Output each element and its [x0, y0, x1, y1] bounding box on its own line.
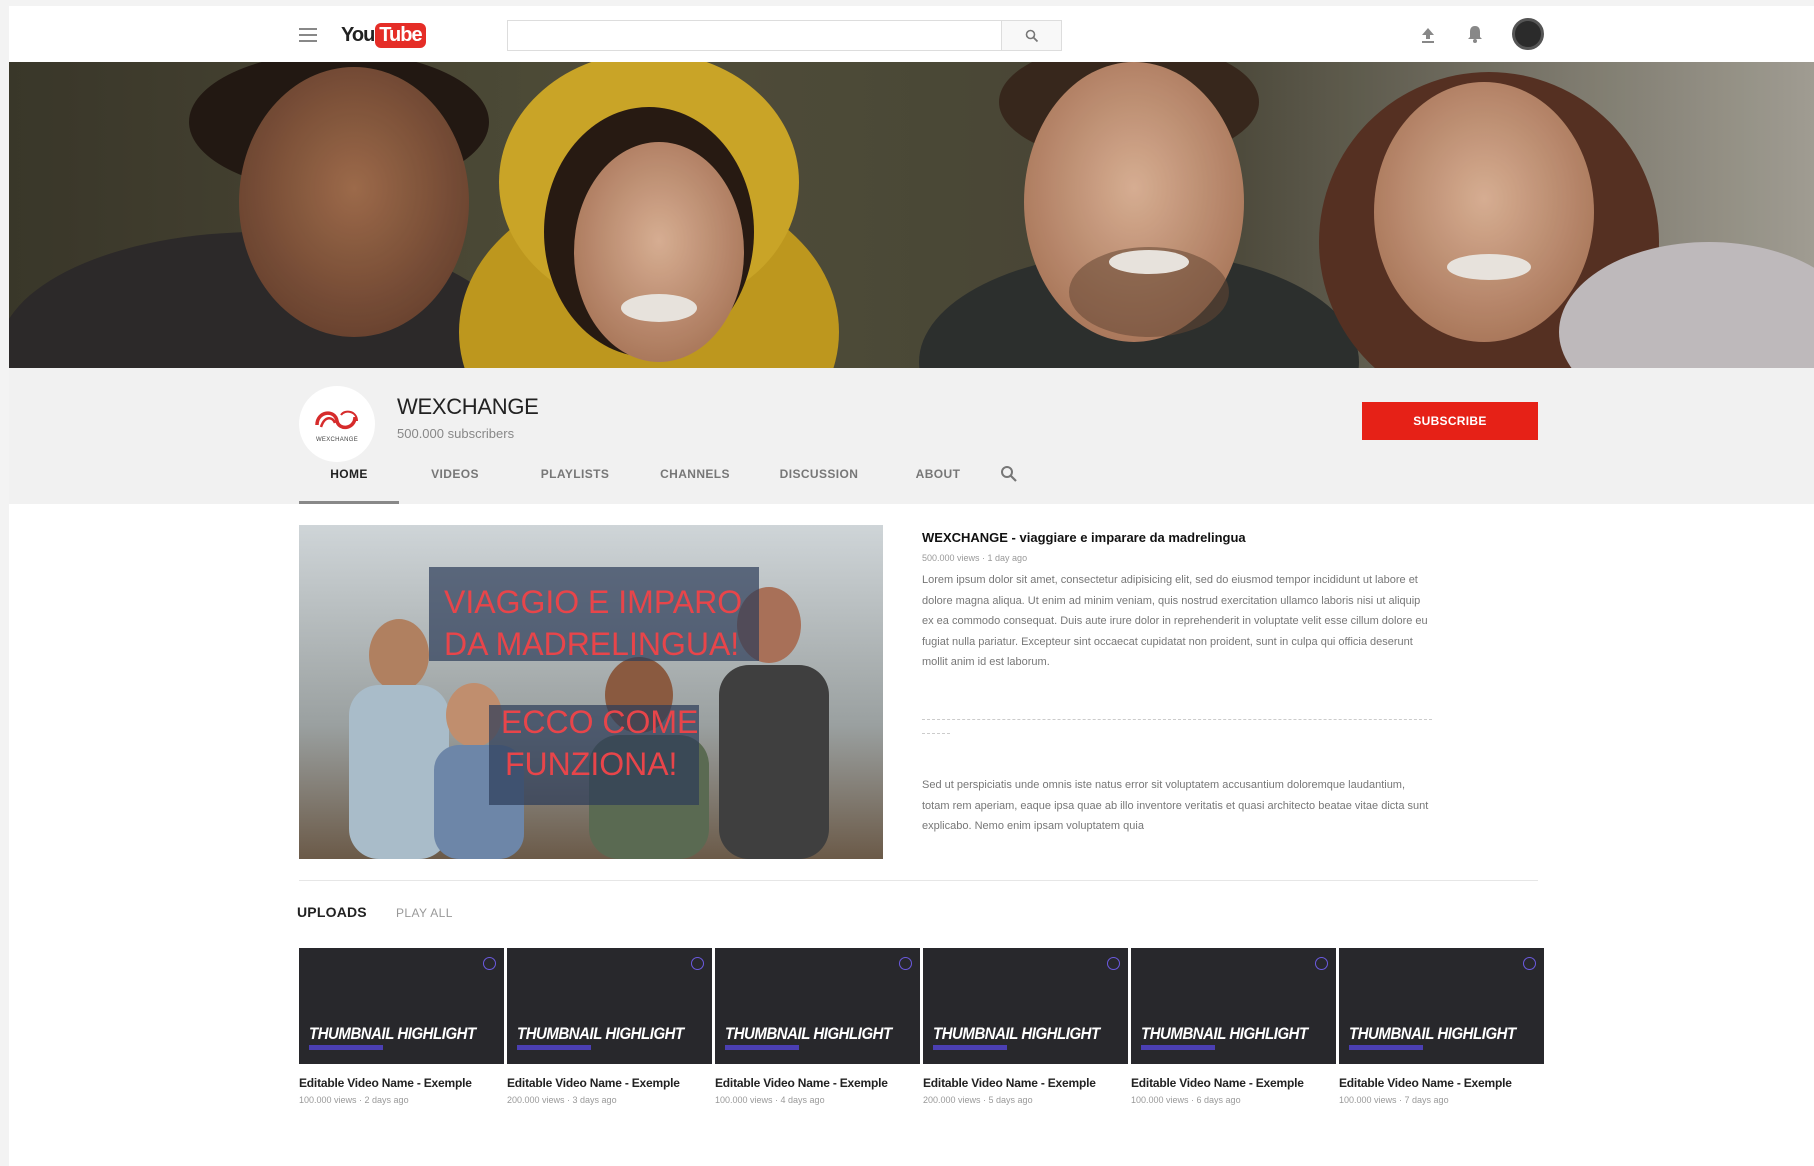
- top-bar: You Tube: [9, 6, 1814, 62]
- thumbnail-line-1: VIAGGIO E IMPARO: [444, 584, 742, 620]
- channel-tabs: HOME VIDEOS PLAYLISTS CHANNELS DISCUSSIO…: [299, 444, 1029, 504]
- featured-video-meta: 500.000 views · 1 day ago: [922, 553, 1028, 563]
- featured-video-description-2: Sed ut perspiciatis unde omnis iste natu…: [922, 779, 1429, 832]
- featured-thumbnail-image: VIAGGIO E IMPARO DA MADRELINGUA! ECCO CO…: [299, 525, 883, 859]
- bell-icon[interactable]: [1465, 24, 1485, 44]
- info-icon[interactable]: [483, 957, 496, 970]
- thumbnail-highlight: THUMBNAIL HIGHLIGHT: [309, 1024, 476, 1043]
- info-icon[interactable]: [691, 957, 704, 970]
- thumbnail-subbar: [309, 1045, 383, 1050]
- search-icon: [1001, 466, 1017, 482]
- logo-you-text: You: [341, 23, 375, 46]
- featured-video-description: Lorem ipsum dolor sit amet, consectetur …: [922, 574, 1428, 668]
- tab-playlists[interactable]: PLAYLISTS: [511, 444, 639, 504]
- info-icon[interactable]: [1315, 957, 1328, 970]
- thumbnail-line-2: DA MADRELINGUA!: [444, 626, 739, 662]
- thumbnail-highlight: THUMBNAIL HIGHLIGHT: [1141, 1024, 1308, 1043]
- video-meta: 100.000 views · 7 days ago: [1339, 1095, 1449, 1105]
- description-dash: [922, 733, 950, 734]
- search-box: [507, 20, 1062, 51]
- video-card[interactable]: THUMBNAIL HIGHLIGHT Editable Video Name …: [299, 948, 504, 1105]
- tab-about[interactable]: ABOUT: [887, 444, 989, 504]
- info-icon[interactable]: [1107, 957, 1120, 970]
- video-card[interactable]: THUMBNAIL HIGHLIGHT Editable Video Name …: [507, 948, 712, 1105]
- description-divider: [922, 719, 1432, 720]
- channel-search-button[interactable]: [989, 444, 1029, 504]
- wexchange-logo-icon: [315, 410, 358, 430]
- logo-tube-text: Tube: [375, 22, 426, 48]
- search-icon: [1025, 29, 1038, 42]
- video-title[interactable]: Editable Video Name - Exemple: [1339, 1076, 1544, 1090]
- video-thumbnail[interactable]: THUMBNAIL HIGHLIGHT: [299, 948, 504, 1064]
- info-icon[interactable]: [1523, 957, 1536, 970]
- tab-home[interactable]: HOME: [299, 444, 399, 504]
- tab-discussion[interactable]: DISCUSSION: [751, 444, 887, 504]
- banner-image: [9, 62, 1814, 368]
- subscribe-button[interactable]: SUBSCRIBE: [1362, 402, 1538, 440]
- channel-avatar-text: WEXCHANGE: [315, 437, 359, 443]
- video-meta: 200.000 views · 3 days ago: [507, 1095, 617, 1105]
- account-avatar[interactable]: [1512, 18, 1544, 50]
- video-title[interactable]: Editable Video Name - Exemple: [299, 1076, 504, 1090]
- video-thumbnail[interactable]: THUMBNAIL HIGHLIGHT: [507, 948, 712, 1064]
- thumbnail-highlight: THUMBNAIL HIGHLIGHT: [933, 1024, 1100, 1043]
- channel-name: WEXCHANGE: [397, 394, 539, 419]
- channel-banner: [9, 62, 1814, 368]
- thumbnail-subbar: [725, 1045, 799, 1050]
- subscriber-count: 500.000 subscribers: [397, 426, 515, 441]
- video-thumbnail[interactable]: THUMBNAIL HIGHLIGHT: [1339, 948, 1544, 1064]
- thumbnail-subbar: [933, 1045, 1007, 1050]
- uploads-heading[interactable]: UPLOADS: [297, 904, 367, 920]
- thumbnail-line-4: FUNZIONA!: [505, 746, 677, 782]
- video-meta: 200.000 views · 5 days ago: [923, 1095, 1033, 1105]
- tab-channels[interactable]: CHANNELS: [639, 444, 751, 504]
- video-title[interactable]: Editable Video Name - Exemple: [923, 1076, 1128, 1090]
- play-all-button[interactable]: PLAY ALL: [396, 906, 453, 920]
- thumbnail-line-3: ECCO COME: [501, 704, 698, 740]
- youtube-channel-page: You Tube WEXCHANGE WEXCHANGE 500.000 sub…: [9, 6, 1814, 1166]
- video-title[interactable]: Editable Video Name - Exemple: [715, 1076, 920, 1090]
- video-title[interactable]: Editable Video Name - Exemple: [507, 1076, 712, 1090]
- thumbnail-highlight: THUMBNAIL HIGHLIGHT: [725, 1024, 892, 1043]
- upload-icon[interactable]: [1419, 26, 1437, 44]
- thumbnail-subbar: [1349, 1045, 1423, 1050]
- video-thumbnail[interactable]: THUMBNAIL HIGHLIGHT: [1131, 948, 1336, 1064]
- tab-videos[interactable]: VIDEOS: [399, 444, 511, 504]
- thumbnail-highlight: THUMBNAIL HIGHLIGHT: [1349, 1024, 1516, 1043]
- thumbnail-subbar: [517, 1045, 591, 1050]
- section-divider: [299, 880, 1538, 881]
- video-card[interactable]: THUMBNAIL HIGHLIGHT Editable Video Name …: [923, 948, 1128, 1105]
- search-input[interactable]: [508, 21, 1001, 50]
- search-button[interactable]: [1001, 21, 1061, 50]
- video-meta: 100.000 views · 6 days ago: [1131, 1095, 1241, 1105]
- featured-video-title[interactable]: WEXCHANGE - viaggiare e imparare da madr…: [922, 530, 1246, 545]
- thumbnail-subbar: [1141, 1045, 1215, 1050]
- featured-video-thumbnail[interactable]: VIAGGIO E IMPARO DA MADRELINGUA! ECCO CO…: [299, 525, 883, 859]
- channel-header: WEXCHANGE WEXCHANGE 500.000 subscribers …: [9, 368, 1814, 504]
- video-meta: 100.000 views · 2 days ago: [299, 1095, 409, 1105]
- video-meta: 100.000 views · 4 days ago: [715, 1095, 825, 1105]
- video-card[interactable]: THUMBNAIL HIGHLIGHT Editable Video Name …: [715, 948, 920, 1105]
- video-card[interactable]: THUMBNAIL HIGHLIGHT Editable Video Name …: [1131, 948, 1336, 1105]
- youtube-logo[interactable]: You Tube: [341, 21, 426, 49]
- uploads-grid: THUMBNAIL HIGHLIGHT Editable Video Name …: [299, 948, 1544, 1105]
- video-thumbnail[interactable]: THUMBNAIL HIGHLIGHT: [715, 948, 920, 1064]
- thumbnail-highlight: THUMBNAIL HIGHLIGHT: [517, 1024, 684, 1043]
- video-thumbnail[interactable]: THUMBNAIL HIGHLIGHT: [923, 948, 1128, 1064]
- menu-icon[interactable]: [299, 28, 317, 42]
- video-title[interactable]: Editable Video Name - Exemple: [1131, 1076, 1336, 1090]
- video-card[interactable]: THUMBNAIL HIGHLIGHT Editable Video Name …: [1339, 948, 1544, 1105]
- info-icon[interactable]: [899, 957, 912, 970]
